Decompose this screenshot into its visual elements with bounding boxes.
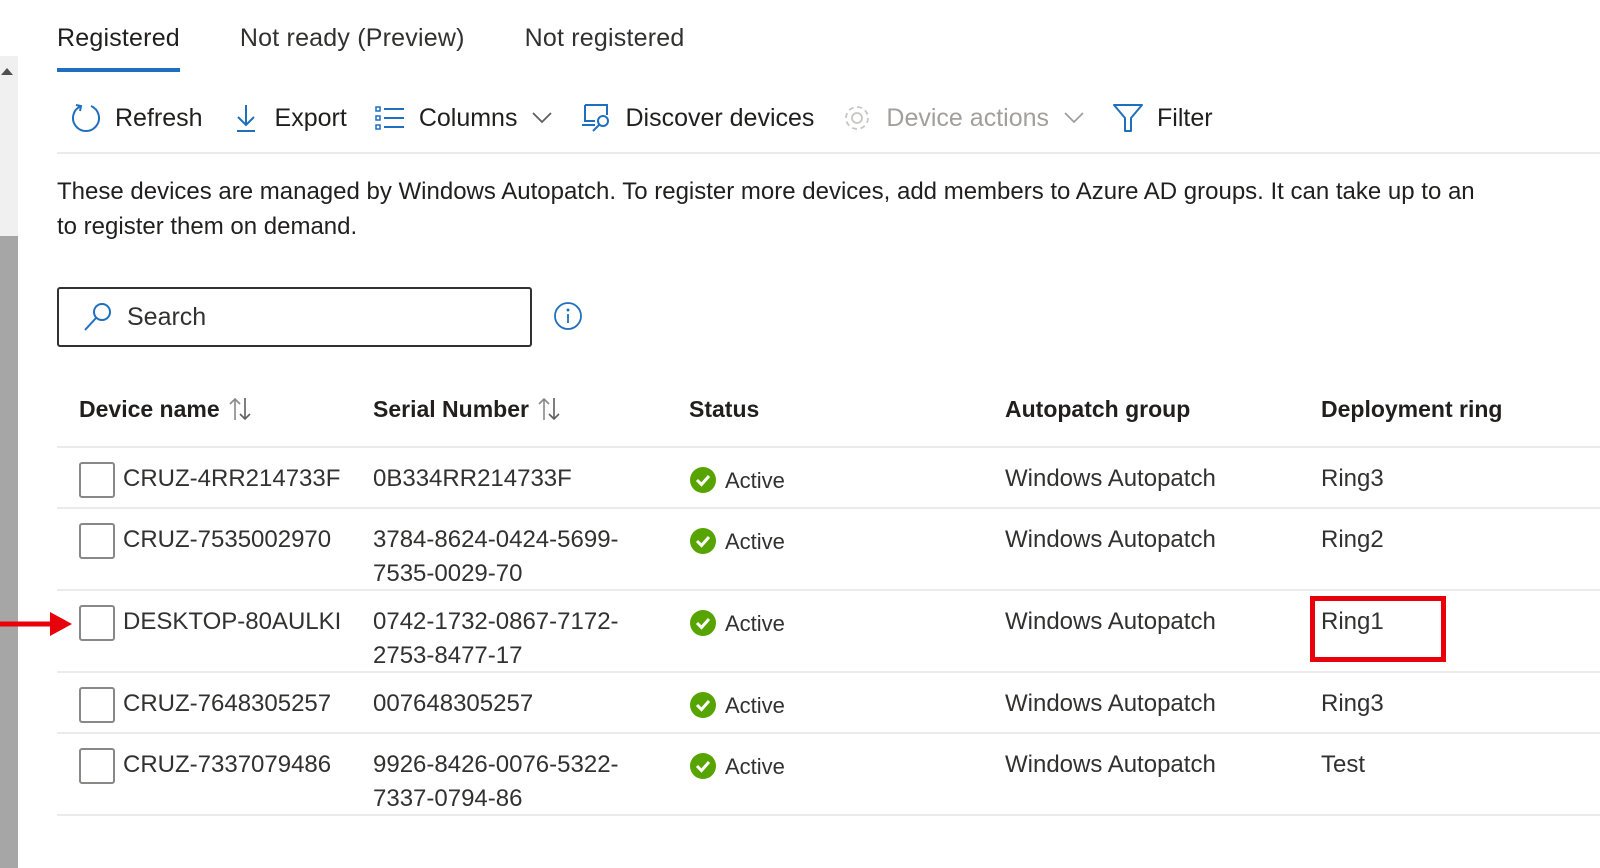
device-actions-button[interactable]: Device actions [828, 90, 1099, 146]
serial-number: 9926-8426-0076-5322- 7337-0794-86 [373, 751, 619, 812]
serial-number: 0742-1732-0867-7172- 2753-8477-17 [373, 608, 619, 669]
status-badge: Active [689, 462, 1005, 498]
device-name: CRUZ-7337079486 [123, 751, 332, 778]
tab-bar: Registered Not ready (Preview) Not regis… [57, 0, 744, 72]
page-description: These devices are managed by Windows Aut… [57, 174, 1475, 244]
tab-not-registered[interactable]: Not registered [525, 0, 685, 72]
row-checkbox[interactable] [79, 687, 115, 723]
status-badge: Active [689, 687, 1005, 723]
deployment-ring: Ring1 [1321, 608, 1384, 635]
filter-label: Filter [1157, 103, 1213, 132]
chevron-down-icon [532, 112, 553, 124]
status-badge: Active [689, 605, 1005, 641]
export-button[interactable]: Export [217, 90, 361, 146]
column-header-serial-number[interactable]: Serial Number [373, 396, 689, 423]
filter-button[interactable]: Filter [1099, 90, 1227, 146]
devices-table: Device name Serial Number Status Autopat… [57, 372, 1600, 816]
sort-arrows-icon [229, 397, 251, 421]
table-row[interactable]: CRUZ-7648305257 007648305257 Active Wind… [57, 673, 1600, 734]
command-bar: Refresh Export Columns Discover devices … [57, 84, 1600, 154]
discover-devices-button[interactable]: Discover devices [567, 90, 828, 146]
check-circle-icon [690, 467, 716, 493]
columns-list-icon [373, 101, 407, 135]
table-row[interactable]: CRUZ-7337079486 9926-8426-0076-5322- 7337… [57, 734, 1600, 816]
table-header: Device name Serial Number Status Autopat… [57, 372, 1600, 448]
discover-devices-label: Discover devices [625, 103, 815, 132]
deployment-ring: Ring2 [1321, 526, 1384, 553]
search-icon [84, 303, 111, 331]
deployment-ring: Test [1321, 751, 1366, 778]
tab-not-ready[interactable]: Not ready (Preview) [240, 0, 465, 72]
gear-icon [840, 101, 874, 135]
filter-funnel-icon [1111, 101, 1145, 135]
row-checkbox[interactable] [79, 523, 115, 559]
table-row[interactable]: CRUZ-4RR214733F 0B334RR214733F Active Wi… [57, 448, 1600, 509]
tab-registered[interactable]: Registered [57, 0, 180, 72]
scroll-up-arrow-icon[interactable] [1, 68, 13, 75]
discover-devices-icon [579, 101, 613, 135]
refresh-button[interactable]: Refresh [57, 90, 217, 146]
annotation-arrow-icon [0, 612, 72, 636]
export-label: Export [274, 103, 347, 132]
column-header-device-name[interactable]: Device name [57, 396, 373, 423]
description-line-2: to register them on demand. [57, 213, 358, 240]
autopatch-group: Windows Autopatch [1005, 751, 1216, 778]
column-header-autopatch-group[interactable]: Autopatch group [1005, 396, 1321, 423]
columns-label: Columns [418, 103, 518, 132]
download-icon [229, 101, 263, 135]
row-checkbox[interactable] [79, 462, 115, 498]
description-line-1: These devices are managed by Windows Aut… [57, 178, 1475, 205]
chevron-down-icon [1064, 112, 1084, 124]
columns-button[interactable]: Columns [361, 90, 568, 146]
table-row[interactable]: DESKTOP-80AULKI 0742-1732-0867-7172- 2753… [57, 591, 1600, 673]
autopatch-group: Windows Autopatch [1005, 526, 1216, 553]
row-checkbox[interactable] [79, 605, 115, 641]
status-badge: Active [689, 748, 1005, 784]
device-actions-label: Device actions [886, 103, 1049, 132]
device-name: CRUZ-7648305257 [123, 690, 332, 717]
search-box[interactable] [57, 287, 532, 347]
device-name: CRUZ-4RR214733F [123, 465, 341, 492]
info-icon[interactable] [553, 301, 583, 331]
serial-number: 007648305257 [373, 690, 534, 717]
serial-number: 0B334RR214733F [373, 465, 572, 492]
device-name: CRUZ-7535002970 [123, 526, 332, 553]
autopatch-group: Windows Autopatch [1005, 608, 1216, 635]
deployment-ring: Ring3 [1321, 690, 1384, 717]
search-input[interactable] [127, 302, 507, 332]
column-header-deployment-ring[interactable]: Deployment ring [1321, 396, 1600, 423]
status-badge: Active [689, 523, 1005, 559]
check-circle-icon [690, 753, 716, 779]
column-header-status[interactable]: Status [689, 396, 1005, 423]
refresh-label: Refresh [115, 103, 203, 132]
deployment-ring: Ring3 [1321, 465, 1384, 492]
scrollbar-thumb[interactable] [0, 236, 18, 868]
autopatch-group: Windows Autopatch [1005, 465, 1216, 492]
sort-arrows-icon [538, 397, 560, 421]
check-circle-icon [690, 610, 716, 636]
autopatch-group: Windows Autopatch [1005, 690, 1216, 717]
table-row[interactable]: CRUZ-7535002970 3784-8624-0424-5699- 7535… [57, 509, 1600, 591]
row-checkbox[interactable] [79, 748, 115, 784]
device-name: DESKTOP-80AULKI [123, 608, 342, 635]
refresh-icon [69, 101, 103, 135]
check-circle-icon [690, 528, 716, 554]
serial-number: 3784-8624-0424-5699- 7535-0029-70 [373, 526, 619, 587]
check-circle-icon [690, 692, 716, 718]
vertical-scrollbar[interactable] [0, 56, 18, 868]
